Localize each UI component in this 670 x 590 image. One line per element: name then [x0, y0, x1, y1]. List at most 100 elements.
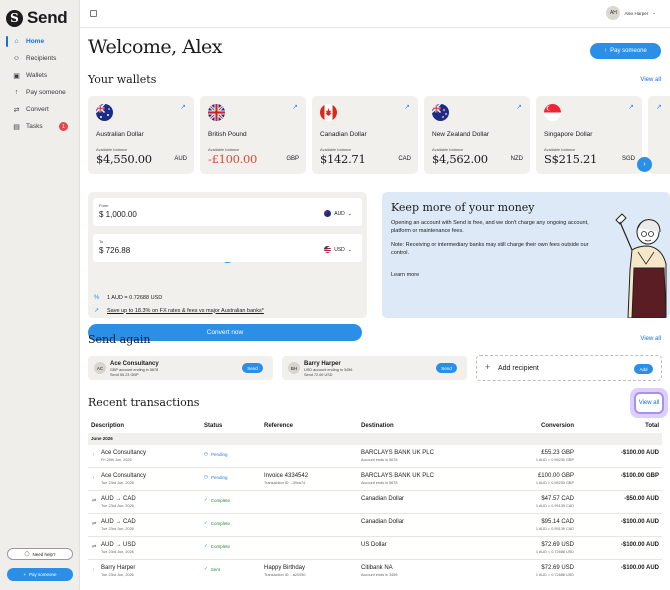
- canada-flag-icon: [320, 104, 337, 121]
- row-reference: Happy Birthday: [264, 565, 306, 571]
- promo-title: Keep more of your money: [391, 201, 535, 214]
- wallet-card-nzd[interactable]: ↗ New Zealand Dollar Available balance $…: [424, 96, 530, 174]
- clock-icon: ◷: [204, 474, 208, 479]
- sidebar-item-convert[interactable]: ⇄ Convert: [6, 101, 76, 118]
- contact-last-amount: Send 72.69 USD: [304, 372, 333, 377]
- from-label: From: [99, 203, 109, 208]
- sidebar-item-pay-someone[interactable]: ↑ Pay someone: [6, 84, 76, 101]
- plus-icon: +: [23, 572, 27, 577]
- send-button[interactable]: Send: [436, 363, 457, 373]
- table-row[interactable]: ⇄ AUD → USD Tue 23rd Jun, 2026 ✓ Complete…: [88, 537, 662, 560]
- table-row[interactable]: ⇄ AUD → CAD Tue 23rd Jun, 2026 ✓ Complete…: [88, 514, 662, 537]
- row-conversion-rate: 1 AUD = 0.55230 GBP: [535, 458, 574, 462]
- row-conversion: £55.23 GBP: [541, 450, 574, 456]
- to-amount-field[interactable]: To $ 726.88 USD ⌄: [93, 234, 362, 262]
- wallet-name: New Zealand Dollar: [432, 131, 490, 138]
- sidebar-item-recipients[interactable]: ☺ Recipients: [6, 50, 76, 67]
- uk-flag-icon: [208, 104, 225, 121]
- status-badge: ◷ Pending: [204, 474, 227, 480]
- tasks-badge: 1: [59, 122, 68, 131]
- to-currency-select[interactable]: USD ⌄: [324, 246, 352, 253]
- sidebar-nav: ⌂ Home ☺ Recipients ▣ Wallets ↑ Pay some…: [6, 33, 76, 135]
- table-row[interactable]: ↑ Barry Harper Tue 23rd Jun, 2026 ✓ Sent …: [88, 560, 662, 583]
- wallet-currency: AUD: [174, 156, 187, 162]
- top-bar: AH Alex Harper ⌄: [80, 0, 670, 28]
- chat-icon: ◯: [24, 551, 30, 556]
- row-reference-sub: Transaction ID ...a20050: [264, 573, 306, 577]
- learn-more-link[interactable]: Learn more: [391, 272, 419, 278]
- exchange-rate-text: 1 AUD = 0.72688 USD: [107, 295, 163, 301]
- app-logo[interactable]: S Send: [6, 8, 68, 28]
- new-zealand-flag-icon: [432, 104, 449, 121]
- wallet-currency: GBP: [286, 156, 299, 162]
- usa-flag-icon: [324, 246, 332, 253]
- need-help-button[interactable]: ◯ Need help?: [7, 548, 73, 560]
- row-destination: Citibank NA: [361, 565, 393, 571]
- arrow-up-icon: ↑: [92, 567, 95, 573]
- wallet-card-gbp[interactable]: ↗ British Pound Available balance -£100.…: [200, 96, 306, 174]
- column-destination: Destination: [361, 423, 394, 429]
- sidebar-item-home[interactable]: ⌂ Home: [6, 33, 76, 50]
- carousel-next-button[interactable]: ›: [637, 157, 652, 172]
- wallet-balance: $4,562.00: [432, 152, 488, 166]
- wallets-view-all-link[interactable]: View all: [640, 77, 661, 83]
- send-again-contact[interactable]: BH Barry Harper USD account ending in 34…: [282, 356, 467, 380]
- status-badge: ✓ Complete: [204, 543, 230, 549]
- table-row[interactable]: ↑ Ace Consultancy Fri 26th Jun, 2026 ◷ Pe…: [88, 445, 662, 468]
- savings-link[interactable]: ↗ Save up to 18.3% on FX rates & fees vs…: [94, 307, 264, 315]
- from-currency-select[interactable]: AUD ⌄: [324, 210, 352, 217]
- person-illustration: [615, 213, 667, 318]
- convert-icon: ⇄: [92, 544, 97, 550]
- sidebar-item-label: Convert: [26, 106, 49, 113]
- arrow-up-icon: ↑: [14, 89, 19, 96]
- send-button[interactable]: Send: [242, 363, 263, 373]
- status-text: Complete: [210, 497, 231, 503]
- sidebar-item-wallets[interactable]: ▣ Wallets: [6, 67, 76, 84]
- column-total: Total: [645, 423, 659, 429]
- row-reference-sub: Transaction ID ...39ca74: [264, 481, 306, 485]
- from-amount-field[interactable]: From $ 1,000.00 AUD ⌄: [93, 198, 362, 226]
- sidebar-item-tasks[interactable]: ▤ Tasks 1: [6, 118, 76, 135]
- convert-icon: ⇄: [92, 498, 97, 504]
- check-icon: ✓: [204, 520, 208, 525]
- home-icon: ⌂: [14, 38, 19, 45]
- status-text: Pending: [210, 451, 228, 457]
- transactions-table-header: Description Status Reference Destination…: [88, 421, 662, 433]
- send-again-view-all-link[interactable]: View all: [640, 336, 661, 342]
- column-status: Status: [204, 423, 223, 429]
- users-icon: ☺: [12, 55, 21, 62]
- chevron-right-icon: ›: [643, 161, 646, 168]
- promo-card: Keep more of your money Opening an accou…: [382, 192, 670, 318]
- table-row[interactable]: ⇄ AUD → CAD Tue 23rd Jun, 2026 ✓ Complete…: [88, 491, 662, 514]
- transactions-view-all-link[interactable]: View all: [634, 392, 664, 414]
- sidebar-toggle-icon[interactable]: [90, 10, 97, 17]
- sidebar-item-label: Home: [26, 38, 45, 45]
- status-text: Sent: [210, 566, 221, 572]
- wallet-card-aud[interactable]: ↗ Australian Dollar Available balance $4…: [88, 96, 194, 174]
- add-recipient-card[interactable]: + Add recipient Add: [476, 355, 662, 381]
- contact-account: USD account ending in 3456: [304, 368, 353, 372]
- row-conversion: £100.00 GBP: [537, 473, 574, 479]
- table-row[interactable]: ↑ Ace Consultancy Tue 23rd Jun, 2026 ◷ Pe…: [88, 468, 662, 491]
- singapore-flag-icon: [544, 104, 561, 121]
- need-help-label: Need help?: [32, 551, 56, 557]
- wallet-name: Canadian Dollar: [320, 131, 367, 138]
- row-date: Tue 23rd Jun, 2026: [101, 504, 134, 508]
- pay-someone-button[interactable]: ↑ Pay someone: [590, 43, 661, 59]
- status-badge: ✓ Complete: [204, 520, 230, 526]
- wallet-card-sgd[interactable]: ↗ Singapore Dollar Available balance S$2…: [536, 96, 642, 174]
- from-currency: AUD: [334, 210, 345, 217]
- add-recipient-label: Add recipient: [498, 365, 539, 372]
- add-button[interactable]: Add: [634, 364, 653, 374]
- avatar: AH: [606, 6, 621, 20]
- wallet-balance: $4,550.00: [96, 152, 152, 166]
- row-conversion: $72.69 USD: [541, 542, 574, 548]
- wallet-name: Singapore Dollar: [544, 131, 593, 138]
- user-menu[interactable]: AH Alex Harper ⌄: [606, 6, 656, 20]
- row-total: -$100.00 AUD: [620, 565, 659, 571]
- row-destination-sub: Account ends in 3456: [361, 573, 398, 577]
- send-again-contact[interactable]: AC Ace Consultancy GBP account ending in…: [88, 356, 273, 380]
- trend-up-icon: ↗: [94, 308, 100, 314]
- wallet-card-cad[interactable]: ↗ Canadian Dollar Available balance $142…: [312, 96, 418, 174]
- sidebar-pay-someone-button[interactable]: + Pay someone: [7, 568, 73, 581]
